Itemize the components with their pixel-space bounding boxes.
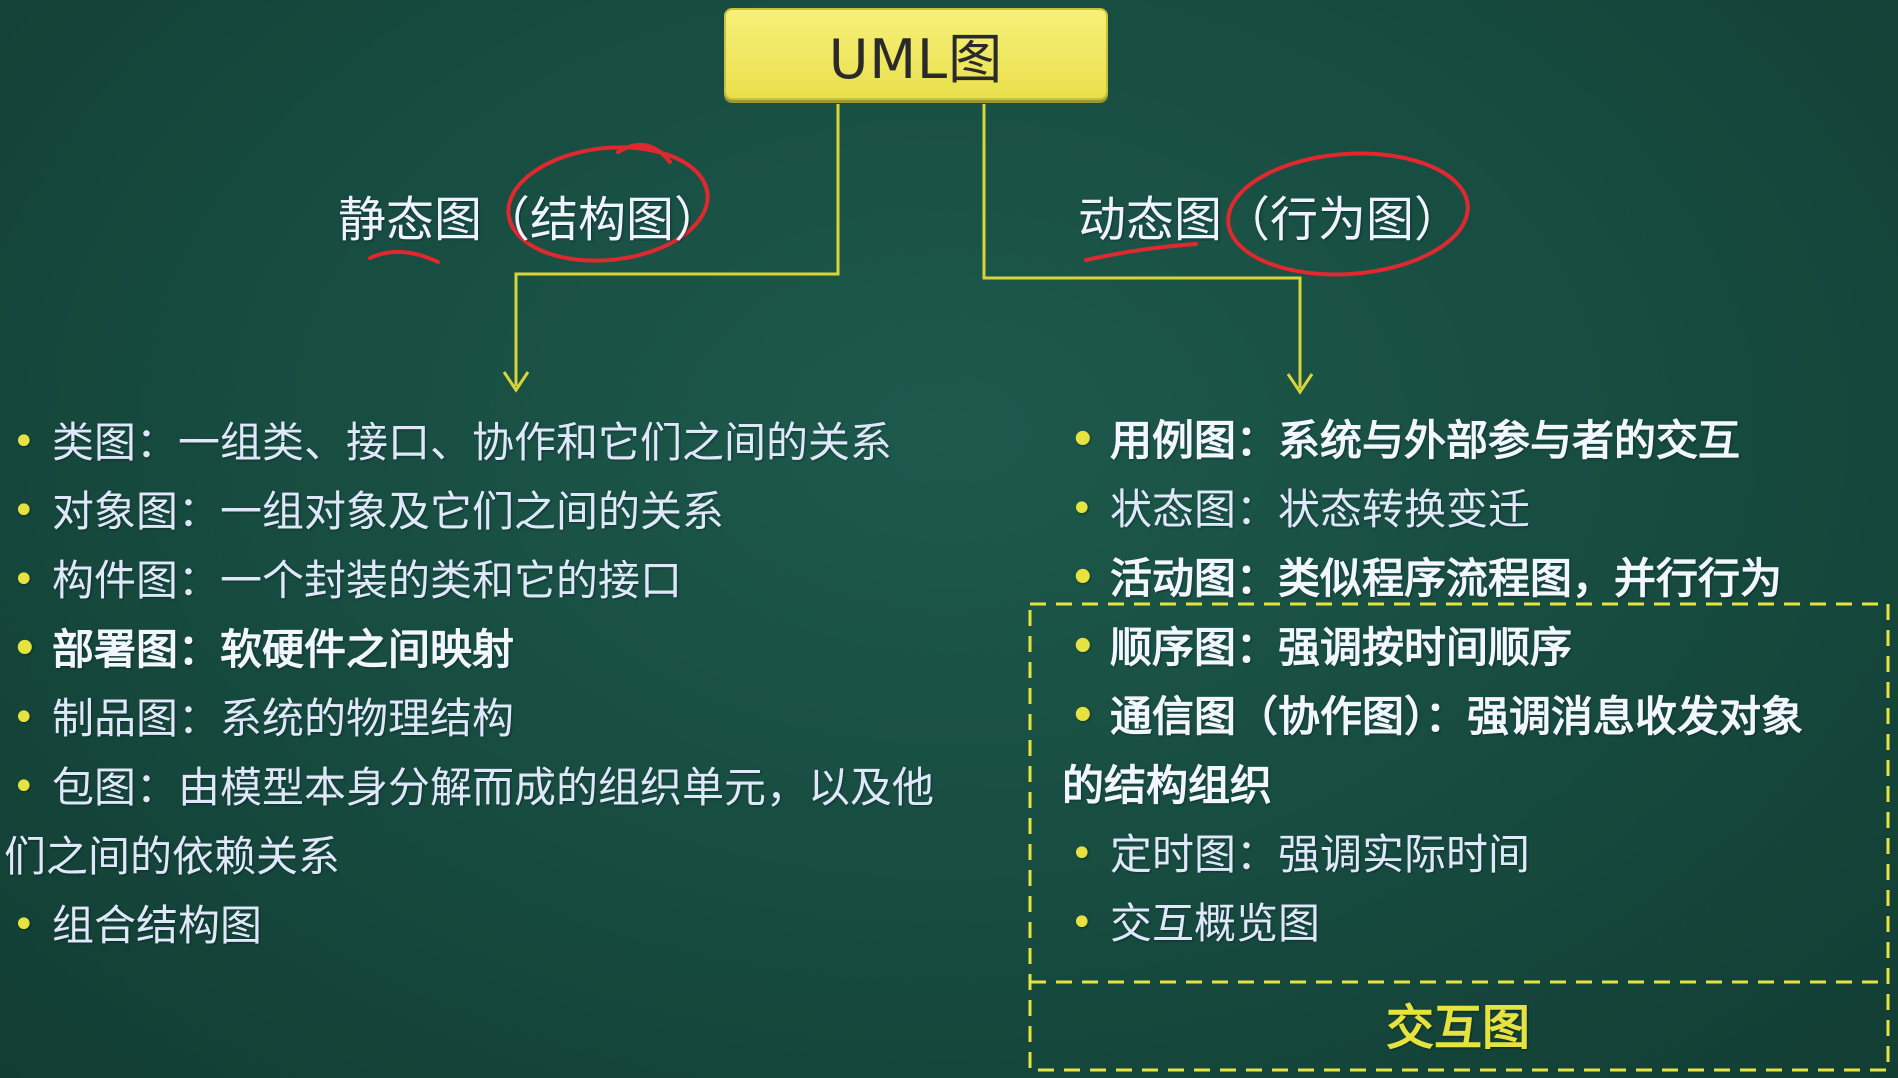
bullet-icon: • bbox=[12, 488, 36, 534]
dynamic-item-sequence-diagram: • 顺序图：强调按时间顺序 bbox=[1062, 613, 1892, 682]
bullet-icon: • bbox=[12, 764, 36, 810]
bullet-icon: • bbox=[12, 902, 36, 948]
dynamic-branch-title: 动态图（行为图） bbox=[1078, 192, 1463, 248]
static-branch-title: 静态图（结构图） bbox=[338, 192, 723, 248]
bullet-icon: • bbox=[12, 557, 36, 603]
dynamic-item-state-diagram: • 状态图：状态转换变迁 bbox=[1062, 475, 1892, 544]
dynamic-item-timing-diagram: • 定时图：强调实际时间 bbox=[1062, 820, 1892, 889]
bullet-icon: • bbox=[1070, 486, 1094, 532]
dynamic-item-interaction-overview-diagram: • 交互概览图 bbox=[1062, 889, 1892, 958]
bullet-icon: • bbox=[1070, 624, 1096, 670]
bullet-icon: • bbox=[1070, 693, 1096, 739]
static-item-class-diagram: • 类图：一组类、接口、协作和它们之间的关系 bbox=[4, 408, 1004, 477]
uml-root-node: UML图 bbox=[724, 8, 1108, 100]
static-item-deployment-diagram: • 部署图：软硬件之间映射 bbox=[4, 615, 1004, 684]
interaction-group-label: 交互图 bbox=[1385, 1000, 1530, 1056]
uml-root-label: UML图 bbox=[828, 27, 1004, 91]
static-diagram-list: • 类图：一组类、接口、协作和它们之间的关系 • 对象图：一组对象及它们之间的关系 … bbox=[4, 408, 1004, 960]
static-item-component-diagram: • 构件图：一个封装的类和它的接口 bbox=[4, 546, 1004, 615]
bullet-icon: • bbox=[12, 419, 36, 465]
bullet-icon: • bbox=[12, 695, 36, 741]
dynamic-item-activity-diagram: • 活动图：类似程序流程图，并行行为 bbox=[1062, 544, 1892, 613]
static-item-composite-structure-diagram: • 组合结构图 bbox=[4, 891, 1004, 960]
annotation-underline-static bbox=[368, 249, 440, 264]
bullet-icon: • bbox=[12, 626, 38, 672]
dynamic-diagram-list: • 用例图：系统与外部参与者的交互 • 状态图：状态转换变迁 • 活动图：类似程序流程… bbox=[1062, 406, 1892, 958]
bullet-icon: • bbox=[1070, 831, 1094, 877]
dynamic-item-use-case-diagram: • 用例图：系统与外部参与者的交互 bbox=[1062, 406, 1892, 475]
bullet-icon: • bbox=[1070, 900, 1094, 946]
dynamic-item-communication-diagram: • 通信图（协作图）：强调消息收发对象 的结构组织 bbox=[1062, 682, 1892, 820]
static-item-artifact-diagram: • 制品图：系统的物理结构 bbox=[4, 684, 1004, 753]
static-item-object-diagram: • 对象图：一组对象及它们之间的关系 bbox=[4, 477, 1004, 546]
static-item-package-diagram: • 包图：由模型本身分解而成的组织单元，以及他 们之间的依赖关系 bbox=[4, 753, 1004, 891]
bullet-icon: • bbox=[1070, 555, 1096, 601]
bullet-icon: • bbox=[1070, 417, 1096, 463]
